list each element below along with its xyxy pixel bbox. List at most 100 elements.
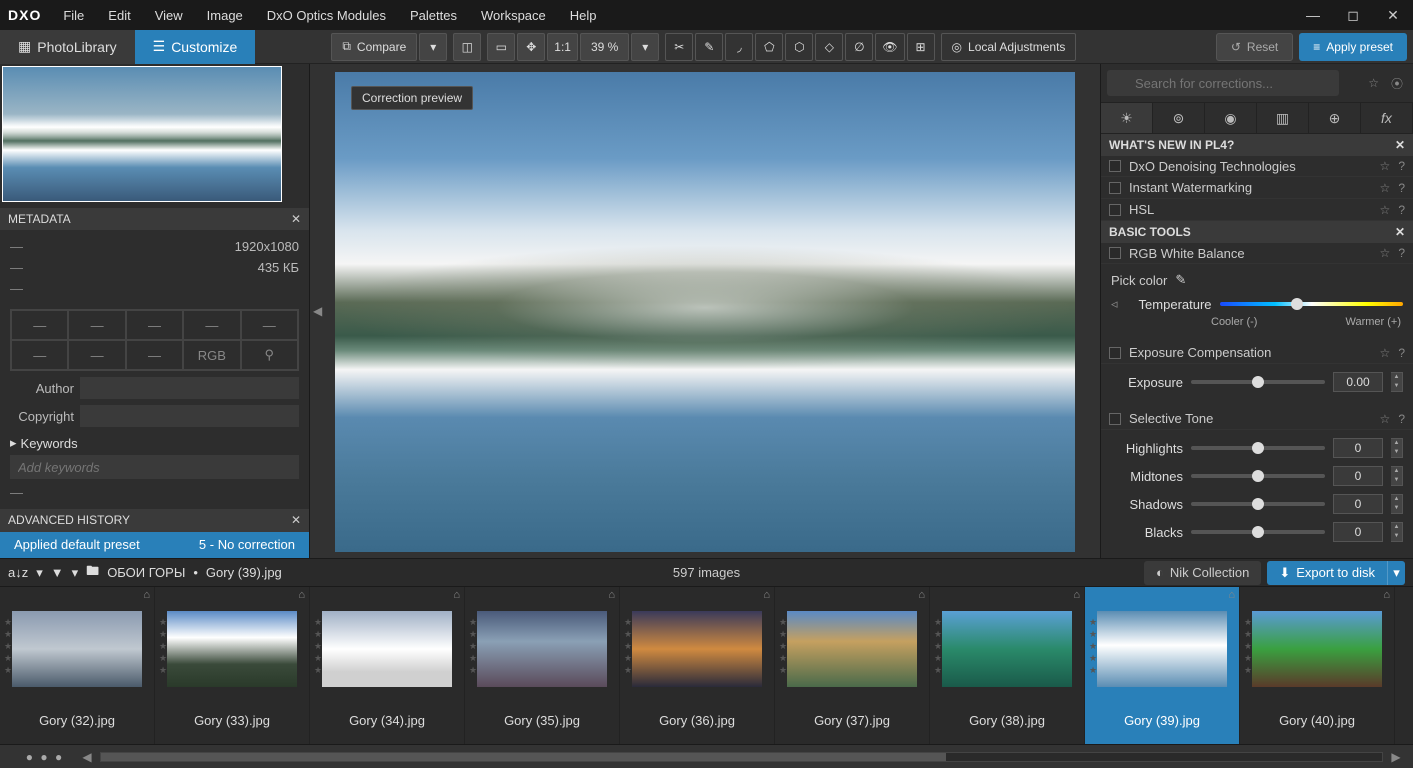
close-icon[interactable]: ✕ <box>1395 138 1405 152</box>
menu-dots-icon[interactable]: ● ● ● <box>10 750 80 764</box>
rating-stars[interactable]: ★★★★★ <box>314 617 322 676</box>
highlights-value[interactable]: 0 <box>1333 438 1383 458</box>
exposure-comp-item[interactable]: Exposure Compensation ☆? <box>1101 342 1413 364</box>
main-image[interactable]: Correction preview <box>335 72 1075 552</box>
exposure-value[interactable]: 0.00 <box>1333 372 1383 392</box>
fit-button[interactable]: ▭ <box>487 33 515 61</box>
thumbnail-image[interactable] <box>787 611 917 687</box>
tab-effects[interactable]: fx <box>1361 103 1413 133</box>
menu-edit[interactable]: Edit <box>96 2 142 29</box>
white-balance-item[interactable]: RGB White Balance ☆? <box>1101 243 1413 265</box>
image-viewer[interactable]: ◀ Correction preview <box>310 64 1100 558</box>
filmstrip-item[interactable]: ⌂★★★★★Gory (34).jpg <box>310 587 465 744</box>
reset-slider-icon[interactable]: ◃ <box>1111 296 1118 312</box>
rating-stars[interactable]: ★★★★★ <box>624 617 632 676</box>
tab-color[interactable]: ⊚ <box>1153 103 1205 133</box>
folder-name[interactable]: ОБОИ ГОРЫ <box>107 565 185 580</box>
filmstrip-item[interactable]: ⌂★★★★★Gory (32).jpg <box>0 587 155 744</box>
eyedropper-button[interactable]: ✎ <box>695 33 723 61</box>
blacks-value[interactable]: 0 <box>1333 522 1383 542</box>
rating-stars[interactable]: ★★★★★ <box>1244 617 1252 676</box>
toggle-icon[interactable]: ⦿ <box>1387 75 1407 92</box>
rating-stars[interactable]: ★★★★★ <box>779 617 787 676</box>
menu-help[interactable]: Help <box>558 2 609 29</box>
checkbox[interactable] <box>1109 413 1121 425</box>
thumbnail-image[interactable] <box>632 611 762 687</box>
menu-image[interactable]: Image <box>195 2 255 29</box>
copyright-input[interactable] <box>80 405 299 427</box>
thumbnail-image[interactable] <box>167 611 297 687</box>
basic-tools-header[interactable]: BASIC TOOLS ✕ <box>1101 221 1413 243</box>
metadata-header[interactable]: METADATA ✕ <box>0 208 309 231</box>
nik-collection-button[interactable]: ◐ Nik Collection <box>1144 561 1261 585</box>
menu-optics[interactable]: DxO Optics Modules <box>255 2 398 29</box>
filmstrip-item[interactable]: ⌂★★★★★Gory (36).jpg <box>620 587 775 744</box>
filmstrip[interactable]: ⌂★★★★★Gory (32).jpg⌂★★★★★Gory (33).jpg⌂★… <box>0 586 1413 744</box>
export-to-disk-button[interactable]: ⬇ Export to disk <box>1267 561 1387 585</box>
apply-preset-button[interactable]: ≡ Apply preset <box>1299 33 1407 61</box>
repair-button[interactable]: ∅ <box>845 33 873 61</box>
eyedropper-icon[interactable]: ✎ <box>1175 272 1186 288</box>
whats-new-item[interactable]: DxO Denoising Technologies ☆? <box>1101 156 1413 178</box>
chevron-down-icon[interactable]: ▾ <box>72 565 79 581</box>
star-icon[interactable]: ☆ <box>1380 246 1391 260</box>
filmstrip-scrollbar[interactable] <box>100 752 1383 762</box>
spinner[interactable]: ▲▼ <box>1391 466 1403 486</box>
highlights-slider[interactable] <box>1191 446 1325 450</box>
filmstrip-item[interactable]: ⌂★★★★★Gory (38).jpg <box>930 587 1085 744</box>
thumbnail-image[interactable] <box>1252 611 1382 687</box>
author-input[interactable] <box>80 377 299 399</box>
horizon-button[interactable]: ◞ <box>725 33 753 61</box>
chevron-down-icon[interactable]: ▾ <box>36 565 43 581</box>
compare-button[interactable]: ⧉ Compare <box>331 33 417 61</box>
tab-detail[interactable]: ◉ <box>1205 103 1257 133</box>
midtones-value[interactable]: 0 <box>1333 466 1383 486</box>
menu-workspace[interactable]: Workspace <box>469 2 558 29</box>
sort-icon[interactable]: a↓z <box>8 565 28 580</box>
window-close-button[interactable]: ✕ <box>1373 0 1413 30</box>
zoom-1to1-button[interactable]: 1:1 <box>547 33 578 61</box>
filmstrip-item[interactable]: ⌂★★★★★Gory (33).jpg <box>155 587 310 744</box>
help-icon[interactable]: ? <box>1398 412 1405 426</box>
filmstrip-item[interactable]: ⌂★★★★★Gory (40).jpg <box>1240 587 1395 744</box>
checkbox[interactable] <box>1109 204 1121 216</box>
redeye-button[interactable]: 👁 <box>875 33 904 61</box>
exposure-spinner[interactable]: ▲▼ <box>1391 372 1403 392</box>
star-icon[interactable]: ☆ <box>1380 159 1391 173</box>
menu-file[interactable]: File <box>51 2 96 29</box>
history-entry[interactable]: Applied default preset 5 - No correction <box>0 532 309 558</box>
temperature-slider[interactable] <box>1220 302 1403 306</box>
watermark-button[interactable]: ⊞ <box>907 33 935 61</box>
reset-button[interactable]: ↺ Reset <box>1216 33 1293 61</box>
compare-dropdown[interactable]: ▾ <box>419 33 447 61</box>
window-maximize-button[interactable]: ◻ <box>1333 0 1373 30</box>
blacks-slider[interactable] <box>1191 530 1325 534</box>
window-minimize-button[interactable]: — <box>1293 0 1333 30</box>
whats-new-item[interactable]: HSL ☆? <box>1101 199 1413 221</box>
selective-tone-item[interactable]: Selective Tone ☆? <box>1101 408 1413 430</box>
history-header[interactable]: ADVANCED HISTORY ✕ <box>0 509 309 532</box>
help-icon[interactable]: ? <box>1398 181 1405 195</box>
menu-view[interactable]: View <box>143 2 195 29</box>
tab-geometry[interactable]: ▥ <box>1257 103 1309 133</box>
close-icon[interactable]: ✕ <box>291 212 301 226</box>
thumbnail-image[interactable] <box>942 611 1072 687</box>
help-icon[interactable]: ? <box>1398 159 1405 173</box>
thumbnail-image[interactable] <box>322 611 452 687</box>
checkbox[interactable] <box>1109 347 1121 359</box>
zoom-dropdown[interactable]: ▾ <box>631 33 659 61</box>
star-icon[interactable]: ☆ <box>1364 76 1383 90</box>
close-icon[interactable]: ✕ <box>291 513 301 527</box>
filmstrip-item[interactable]: ⌂★★★★★Gory (35).jpg <box>465 587 620 744</box>
collapse-left-icon[interactable]: ◀ <box>313 304 322 318</box>
whats-new-item[interactable]: Instant Watermarking ☆? <box>1101 177 1413 199</box>
keywords-input[interactable] <box>10 455 299 479</box>
tab-light[interactable]: ☀ <box>1101 103 1153 133</box>
navigator-thumbnail[interactable] <box>2 66 282 202</box>
rating-stars[interactable]: ★★★★★ <box>159 617 167 676</box>
crop-button[interactable]: ✂ <box>665 33 693 61</box>
tab-photolibrary[interactable]: ▦ PhotoLibrary <box>0 30 135 64</box>
tab-local[interactable]: ⊕ <box>1309 103 1361 133</box>
zoom-percent[interactable]: 39 % <box>580 33 629 61</box>
star-icon[interactable]: ☆ <box>1380 181 1391 195</box>
